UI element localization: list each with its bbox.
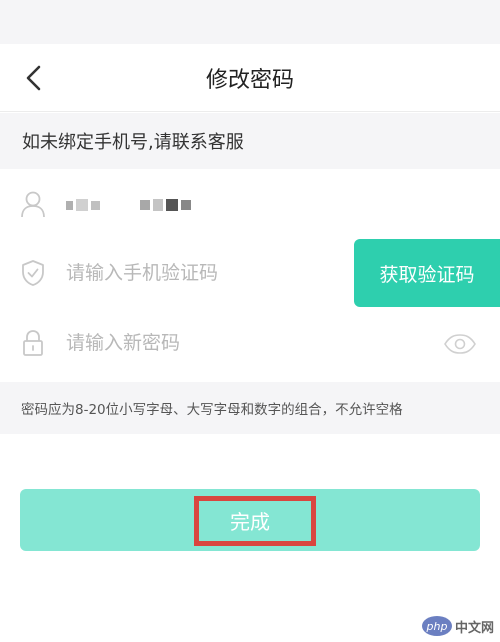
watermark-text: 中文网 <box>454 620 494 636</box>
site-watermark: php 中文网 <box>421 616 494 636</box>
password-rule-hint: 密码应为8-20位小写字母、大写字母和数字的组合，不允许空格 <box>0 382 500 434</box>
submit-button[interactable]: 完成 <box>20 489 480 551</box>
password-visibility-toggle[interactable] <box>440 329 480 359</box>
status-bar-spacer <box>0 0 500 44</box>
page-title: 修改密码 <box>205 68 294 93</box>
php-logo: php <box>421 616 452 636</box>
account-masked-value <box>66 196 191 214</box>
eye-icon <box>444 334 476 354</box>
page-header: 修改密码 <box>0 44 500 112</box>
chevron-left-icon <box>26 65 41 91</box>
get-code-button[interactable]: 获取验证码 <box>354 239 500 307</box>
new-password-row <box>0 309 500 377</box>
user-icon <box>19 189 47 219</box>
verification-code-input[interactable] <box>66 253 346 293</box>
back-button[interactable] <box>14 60 54 96</box>
bind-phone-notice: 如未绑定手机号,请联系客服 <box>0 113 500 169</box>
new-password-input[interactable] <box>66 323 406 363</box>
shield-check-icon <box>19 258 47 288</box>
lock-icon <box>19 328 47 358</box>
